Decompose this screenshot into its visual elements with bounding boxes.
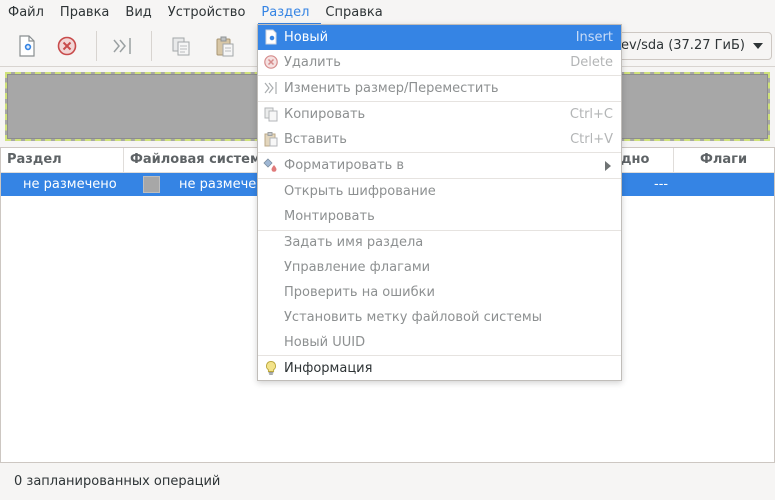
delete-icon <box>57 36 77 56</box>
partition-cell: не размечено <box>23 177 117 192</box>
menu-item-label: Новый <box>284 30 329 45</box>
menu-item-shortcut: Ctrl+V <box>570 132 613 147</box>
copy-icon <box>172 37 190 56</box>
copy-icon <box>264 107 278 122</box>
format-icon <box>263 158 277 172</box>
menu-item-label: Вставить <box>284 132 347 147</box>
new-partition-button[interactable] <box>12 31 42 61</box>
paste-icon <box>216 36 234 57</box>
menu-item-label: Установить метку файловой системы <box>284 310 542 325</box>
menu-item-resize-move[interactable]: Изменить размер/Переместить <box>258 76 621 101</box>
menu-item-paste[interactable]: Вставить Ctrl+V <box>258 127 621 152</box>
menu-file[interactable]: Файл <box>0 0 52 25</box>
menu-item-label: Монтировать <box>284 209 375 224</box>
menu-item-mount[interactable]: Монтировать <box>258 204 621 229</box>
menu-item-new-uuid[interactable]: Новый UUID <box>258 330 621 355</box>
toolbar-separator <box>151 31 152 61</box>
status-bar-text: 0 запланированных операций <box>14 474 221 489</box>
menu-item-label: Открыть шифрование <box>284 184 436 199</box>
menu-edit[interactable]: Правка <box>52 0 117 25</box>
device-selector[interactable]: ev/sda (37.27 ГиБ) <box>600 32 772 60</box>
delete-button[interactable] <box>52 31 82 61</box>
new-partition-icon <box>265 29 277 45</box>
column-header-flags[interactable]: Флаги <box>673 148 774 173</box>
menu-item-check[interactable]: Проверить на ошибки <box>258 280 621 305</box>
resize-move-icon <box>113 38 131 54</box>
menu-item-format-as[interactable]: Форматировать в <box>258 153 621 178</box>
menu-item-shortcut: Insert <box>575 30 613 45</box>
filesystem-color-swatch <box>143 176 160 193</box>
chevron-down-icon <box>753 43 763 49</box>
menu-item-shortcut: Ctrl+C <box>569 107 613 122</box>
resize-move-button[interactable] <box>108 31 138 61</box>
menu-partition[interactable]: Раздел <box>253 0 317 25</box>
menu-item-label: Удалить <box>284 55 341 70</box>
menu-item-label: Информация <box>284 361 373 376</box>
menu-item-label: Задать имя раздела <box>284 235 424 250</box>
menu-item-label: Проверить на ошибки <box>284 285 435 300</box>
new-partition-icon <box>19 35 35 57</box>
menu-item-set-partition-name[interactable]: Задать имя раздела <box>258 230 621 255</box>
menu-item-open-encryption[interactable]: Открыть шифрование <box>258 179 621 204</box>
menu-item-information[interactable]: Информация <box>258 356 621 381</box>
menu-item-new[interactable]: Новый Insert <box>258 25 621 50</box>
menu-help[interactable]: Справка <box>317 0 390 25</box>
menu-bar: Файл Правка Вид Устройство Раздел Справк… <box>0 0 775 25</box>
submenu-arrow-icon <box>605 161 611 171</box>
partition-menu-dropdown: Новый Insert Удалить Delete Изменить раз… <box>257 24 622 381</box>
resize-move-icon <box>264 82 277 94</box>
column-header-partition[interactable]: Раздел <box>1 148 123 173</box>
device-label: ev/sda (37.27 ГиБ) <box>621 38 745 53</box>
unused-cell: --- <box>654 177 669 192</box>
paste-icon <box>264 132 278 147</box>
delete-icon <box>264 55 278 69</box>
menu-item-label: Управление флагами <box>284 260 431 275</box>
menu-device[interactable]: Устройство <box>160 0 254 25</box>
menu-item-set-fs-label[interactable]: Установить метку файловой системы <box>258 305 621 330</box>
toolbar-separator <box>96 31 97 61</box>
copy-button[interactable] <box>166 31 196 61</box>
menu-item-manage-flags[interactable]: Управление флагами <box>258 255 621 280</box>
menu-item-delete[interactable]: Удалить Delete <box>258 50 621 75</box>
menu-item-label: Новый UUID <box>284 335 366 350</box>
menu-view[interactable]: Вид <box>117 0 159 25</box>
column-header-unused[interactable]: дно <box>615 148 673 173</box>
filesystem-cell: не размече <box>179 177 257 192</box>
info-bulb-icon <box>266 361 276 375</box>
menu-item-label: Форматировать в <box>284 158 405 173</box>
menu-item-label: Изменить размер/Переместить <box>284 81 499 96</box>
paste-button[interactable] <box>210 31 240 61</box>
menu-item-shortcut: Delete <box>570 55 613 70</box>
menu-item-copy[interactable]: Копировать Ctrl+C <box>258 102 621 127</box>
menu-item-label: Копировать <box>284 107 366 122</box>
column-header-filesystem[interactable]: Файловая систем <box>123 148 263 173</box>
